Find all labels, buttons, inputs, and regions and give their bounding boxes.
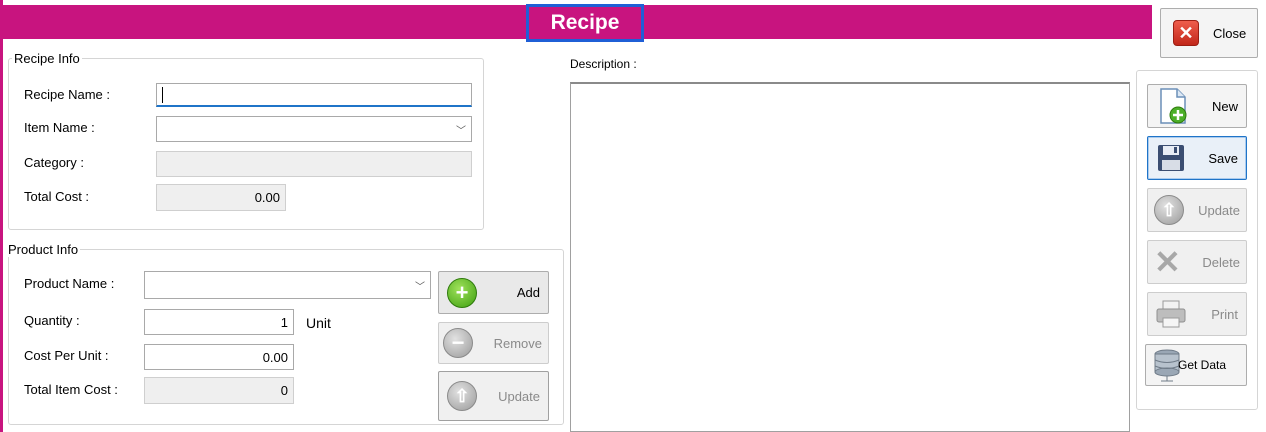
close-icon: ✕ xyxy=(1173,20,1199,46)
quantity-input[interactable]: 1 xyxy=(144,309,294,335)
unit-label: Unit xyxy=(306,315,331,331)
window-left-edge xyxy=(0,0,3,432)
up-arrow-circle-icon: ⇧ xyxy=(447,381,477,411)
category-label: Category : xyxy=(24,155,84,170)
product-update-button[interactable]: ⇧ Update xyxy=(438,371,549,421)
chevron-down-icon: ﹀ xyxy=(415,281,425,293)
add-button[interactable]: + Add xyxy=(438,271,549,314)
new-button[interactable]: New xyxy=(1147,84,1247,128)
product-name-label: Product Name : xyxy=(24,276,115,291)
recipe-info-title: Recipe Info xyxy=(12,51,82,66)
remove-button[interactable]: − Remove xyxy=(438,322,549,364)
window-title: Recipe xyxy=(526,4,644,42)
description-textarea[interactable] xyxy=(570,82,1130,432)
cost-per-unit-label: Cost Per Unit : xyxy=(24,348,109,363)
total-item-cost-label: Total Item Cost : xyxy=(24,382,118,397)
recipe-name-label: Recipe Name : xyxy=(24,87,110,102)
update-button[interactable]: ⇧ Update xyxy=(1147,188,1247,232)
x-icon: ✕ xyxy=(1154,244,1181,280)
get-data-button[interactable]: Get Data xyxy=(1145,344,1247,386)
total-item-cost-field: 0 xyxy=(144,377,294,404)
category-field xyxy=(156,151,472,177)
floppy-disk-icon xyxy=(1158,145,1184,171)
minus-circle-icon: − xyxy=(443,328,473,358)
description-label: Description : xyxy=(570,57,637,71)
total-cost-field: 0.00 xyxy=(156,184,286,211)
cost-per-unit-input[interactable]: 0.00 xyxy=(144,344,294,370)
new-document-icon xyxy=(1160,88,1187,124)
item-name-label: Item Name : xyxy=(24,120,95,135)
recipe-name-input[interactable] xyxy=(156,83,472,107)
printer-icon xyxy=(1156,300,1186,328)
item-name-select[interactable]: ﹀ xyxy=(156,116,472,142)
chevron-down-icon: ﹀ xyxy=(456,125,466,137)
total-cost-label: Total Cost : xyxy=(24,189,90,204)
close-button[interactable]: ✕ Close xyxy=(1160,8,1258,58)
save-button[interactable]: Save xyxy=(1147,136,1247,180)
up-arrow-circle-icon: ⇧ xyxy=(1154,195,1184,225)
print-button[interactable]: Print xyxy=(1147,292,1247,336)
text-cursor xyxy=(162,86,163,103)
quantity-label: Quantity : xyxy=(24,313,80,328)
delete-button[interactable]: ✕ Delete xyxy=(1147,240,1247,284)
product-name-select[interactable]: ﹀ xyxy=(144,271,431,299)
close-label: Close xyxy=(1213,25,1247,41)
plus-circle-icon: + xyxy=(447,277,477,308)
product-info-title: Product Info xyxy=(6,242,81,257)
